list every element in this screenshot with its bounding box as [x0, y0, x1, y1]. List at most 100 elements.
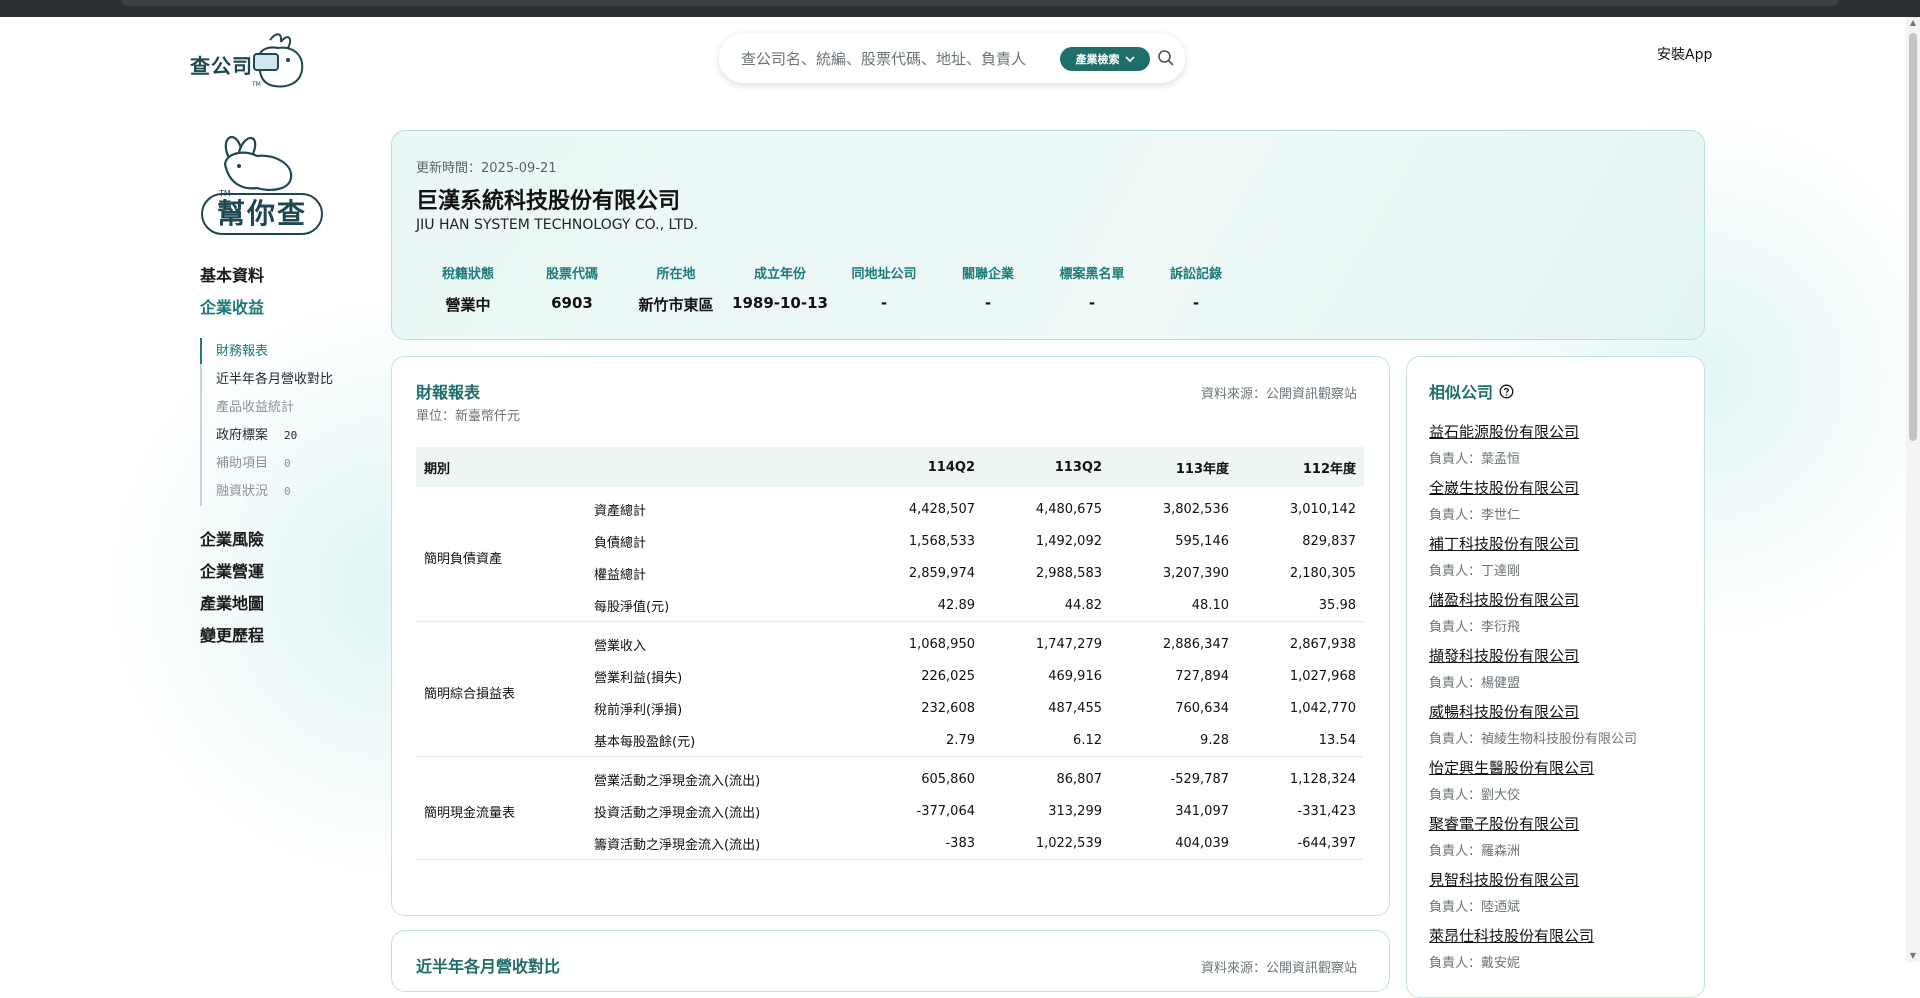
column-header: 114Q2 [856, 447, 983, 487]
nav-change-history[interactable]: 變更歷程 [200, 626, 264, 658]
stat-litigation[interactable]: 訴訟記錄 - [1144, 263, 1248, 315]
rabbit-logo-icon: TM [251, 33, 304, 88]
table-cell: -377,064 [916, 803, 975, 819]
company-info-card: 更新時間：2025-09-21 巨漢系統科技股份有限公司 JIU HAN SYS… [391, 130, 1705, 340]
similar-company-person: 負責人：禎綾生物科技股份有限公司 [1429, 732, 1638, 747]
svg-text:TM: TM [251, 81, 261, 88]
table-cell: 595,146 [1175, 533, 1229, 549]
similar-company-link[interactable]: 益石能源股份有限公司 [1429, 421, 1637, 442]
similar-company-item: 威暢科技股份有限公司負責人：禎綾生物科技股份有限公司 [1429, 701, 1637, 757]
similar-company-item: 聚睿電子股份有限公司 負責人：羅森洲 [1429, 813, 1637, 869]
page-scrollbar[interactable]: ▲ ▼ [1906, 17, 1920, 962]
group-label: 簡明負債資產 [424, 551, 503, 567]
table-cell: 13.54 [1318, 732, 1356, 748]
table-cell: 226,025 [921, 668, 975, 684]
similar-company-link[interactable]: 擷發科技股份有限公司 [1429, 645, 1637, 666]
help-icon[interactable] [1499, 384, 1514, 399]
row-item-label: 籌資活動之淨現金流入(流出) [594, 837, 761, 853]
similar-company-item: 怡定興生醫股份有限公司 負責人：劉大佼 [1429, 757, 1637, 813]
financial-title: 財報報表 [416, 383, 481, 402]
subnav-gov-tenders[interactable]: 政府標案 20 [216, 422, 333, 450]
table-cell: -644,397 [1297, 835, 1356, 851]
subnav-label: 政府標案 [216, 428, 269, 443]
stat-value: - [984, 294, 992, 312]
monthly-revenue-source: 資料來源：公開資訊觀察站 [1200, 961, 1357, 976]
financial-report-card: 財報報表 單位：新臺幣仟元 資料來源：公開資訊觀察站 期別 114Q2 113Q… [391, 356, 1390, 916]
nav-basic-info[interactable]: 基本資料 [200, 266, 264, 298]
similar-company-link[interactable]: 怡定興生醫股份有限公司 [1429, 757, 1637, 778]
group-label: 簡明現金流量表 [424, 805, 516, 821]
table-group: 簡明負債資產 資產總計 4,428,507 4,480,675 3,802,536 3,0… [416, 487, 1364, 622]
search-icon[interactable] [1157, 49, 1175, 67]
table-cell: 42.89 [937, 597, 975, 613]
financial-source: 資料來源：公開資訊觀察站 [1200, 387, 1357, 402]
table-cell: 1,747,279 [1035, 636, 1102, 652]
row-item-label: 投資活動之淨現金流入(流出) [594, 805, 761, 821]
subnav-product-revenue[interactable]: 產品收益統計 [216, 394, 333, 422]
search-input[interactable] [739, 47, 1043, 71]
stat-value: 新竹市東區 [638, 296, 714, 314]
similar-company-link[interactable]: 全崴生技股份有限公司 [1429, 477, 1637, 498]
install-app-link[interactable]: 安裝App [1657, 44, 1712, 64]
table-cell: 2,886,347 [1162, 636, 1229, 652]
nav-revenue[interactable]: 企業收益 [200, 298, 264, 330]
row-item-label: 資產總計 [594, 503, 647, 519]
similar-company-link[interactable]: 威暢科技股份有限公司 [1429, 701, 1637, 722]
table-cell: 3,010,142 [1289, 501, 1356, 517]
stat-related[interactable]: 關聯企業 - [936, 263, 1040, 315]
subnav-count: 20 [284, 429, 298, 442]
table-group: 簡明綜合損益表 營業收入 1,068,950 1,747,279 2,886,347 2,… [416, 622, 1364, 757]
financial-table: 期別 114Q2 113Q2 113年度 112年度 簡明負債資產 資產總計 4,4… [416, 447, 1364, 860]
similar-company-person: 負責人：葉孟恒 [1429, 452, 1521, 467]
site-logo[interactable]: 查公司 TM [190, 30, 316, 92]
similar-company-link[interactable]: 聚睿電子股份有限公司 [1429, 813, 1637, 834]
subnav-label: 近半年各月營收對比 [216, 372, 334, 387]
browser-url-bar[interactable] [122, 0, 1838, 6]
table-cell: 2,859,974 [908, 565, 975, 581]
similar-companies-card: 相似公司 益石能源股份有限公司 負責人：葉孟恒 全崴生技股份有限公司 負責人：李世仁補… [1406, 356, 1705, 998]
logo-text: 查公司 [190, 54, 253, 78]
update-time: 更新時間：2025-09-21 [416, 161, 557, 176]
similar-company-person: 負責人：楊健盟 [1429, 676, 1521, 691]
subnav-subsidies[interactable]: 補助項目 0 [216, 450, 333, 478]
stat-blacklist[interactable]: 標案黑名單 - [1040, 263, 1144, 315]
stat-location: 所在地 新竹市東區 [624, 263, 728, 315]
stat-label: 稅籍狀態 [441, 267, 494, 282]
similar-company-link[interactable]: 補丁科技股份有限公司 [1429, 533, 1637, 554]
column-header: 113Q2 [983, 447, 1110, 487]
group-label: 簡明綜合損益表 [424, 686, 516, 702]
subnav-financial-report[interactable]: 財務報表 [216, 338, 333, 366]
sidebar-nav-lower: 企業風險 企業營運 產業地圖 變更歷程 [200, 530, 264, 658]
stat-label: 同地址公司 [851, 267, 917, 282]
stat-value: - [1088, 294, 1096, 312]
similar-company-link[interactable]: 見智科技股份有限公司 [1429, 869, 1637, 890]
table-cell: 3,207,390 [1162, 565, 1229, 581]
table-cell: 1,042,770 [1289, 700, 1356, 716]
scrollbar-thumb[interactable] [1909, 33, 1917, 441]
table-cell: 2,180,305 [1289, 565, 1356, 581]
table-cell: 44.82 [1064, 597, 1102, 613]
row-item-label: 權益總計 [594, 567, 647, 583]
table-cell: -331,423 [1297, 803, 1356, 819]
stat-value: 營業中 [445, 296, 491, 314]
nav-operations[interactable]: 企業營運 [200, 562, 264, 594]
table-cell: 1,492,092 [1035, 533, 1102, 549]
scroll-down-icon[interactable]: ▼ [1909, 952, 1917, 960]
similar-company-link[interactable]: 儲盈科技股份有限公司 [1429, 589, 1637, 610]
scroll-up-icon[interactable]: ▲ [1909, 19, 1917, 27]
industry-search-button[interactable]: 產業檢索 [1060, 47, 1150, 71]
stat-tax-status: 稅籍狀態 營業中 [416, 263, 520, 315]
table-cell: 727,894 [1175, 668, 1229, 684]
table-cell: 1,568,533 [908, 533, 975, 549]
similar-company-item: 儲盈科技股份有限公司 負責人：李衍飛 [1429, 589, 1637, 645]
similar-company-person: 負責人：丁達剛 [1429, 564, 1521, 579]
subnav-financing[interactable]: 融資狀況 0 [216, 478, 333, 506]
column-header: 112年度 [1237, 447, 1364, 487]
nav-industry-map[interactable]: 產業地圖 [200, 594, 264, 626]
subnav-monthly-revenue[interactable]: 近半年各月營收對比 [216, 366, 333, 394]
subnav-label: 財務報表 [216, 344, 269, 359]
similar-company-link[interactable]: 萊昂仕科技股份有限公司 [1429, 925, 1637, 946]
row-item-label: 基本每股盈餘(元) [594, 734, 696, 750]
stat-same-address[interactable]: 同地址公司 - [832, 263, 936, 315]
nav-risk[interactable]: 企業風險 [200, 530, 264, 562]
